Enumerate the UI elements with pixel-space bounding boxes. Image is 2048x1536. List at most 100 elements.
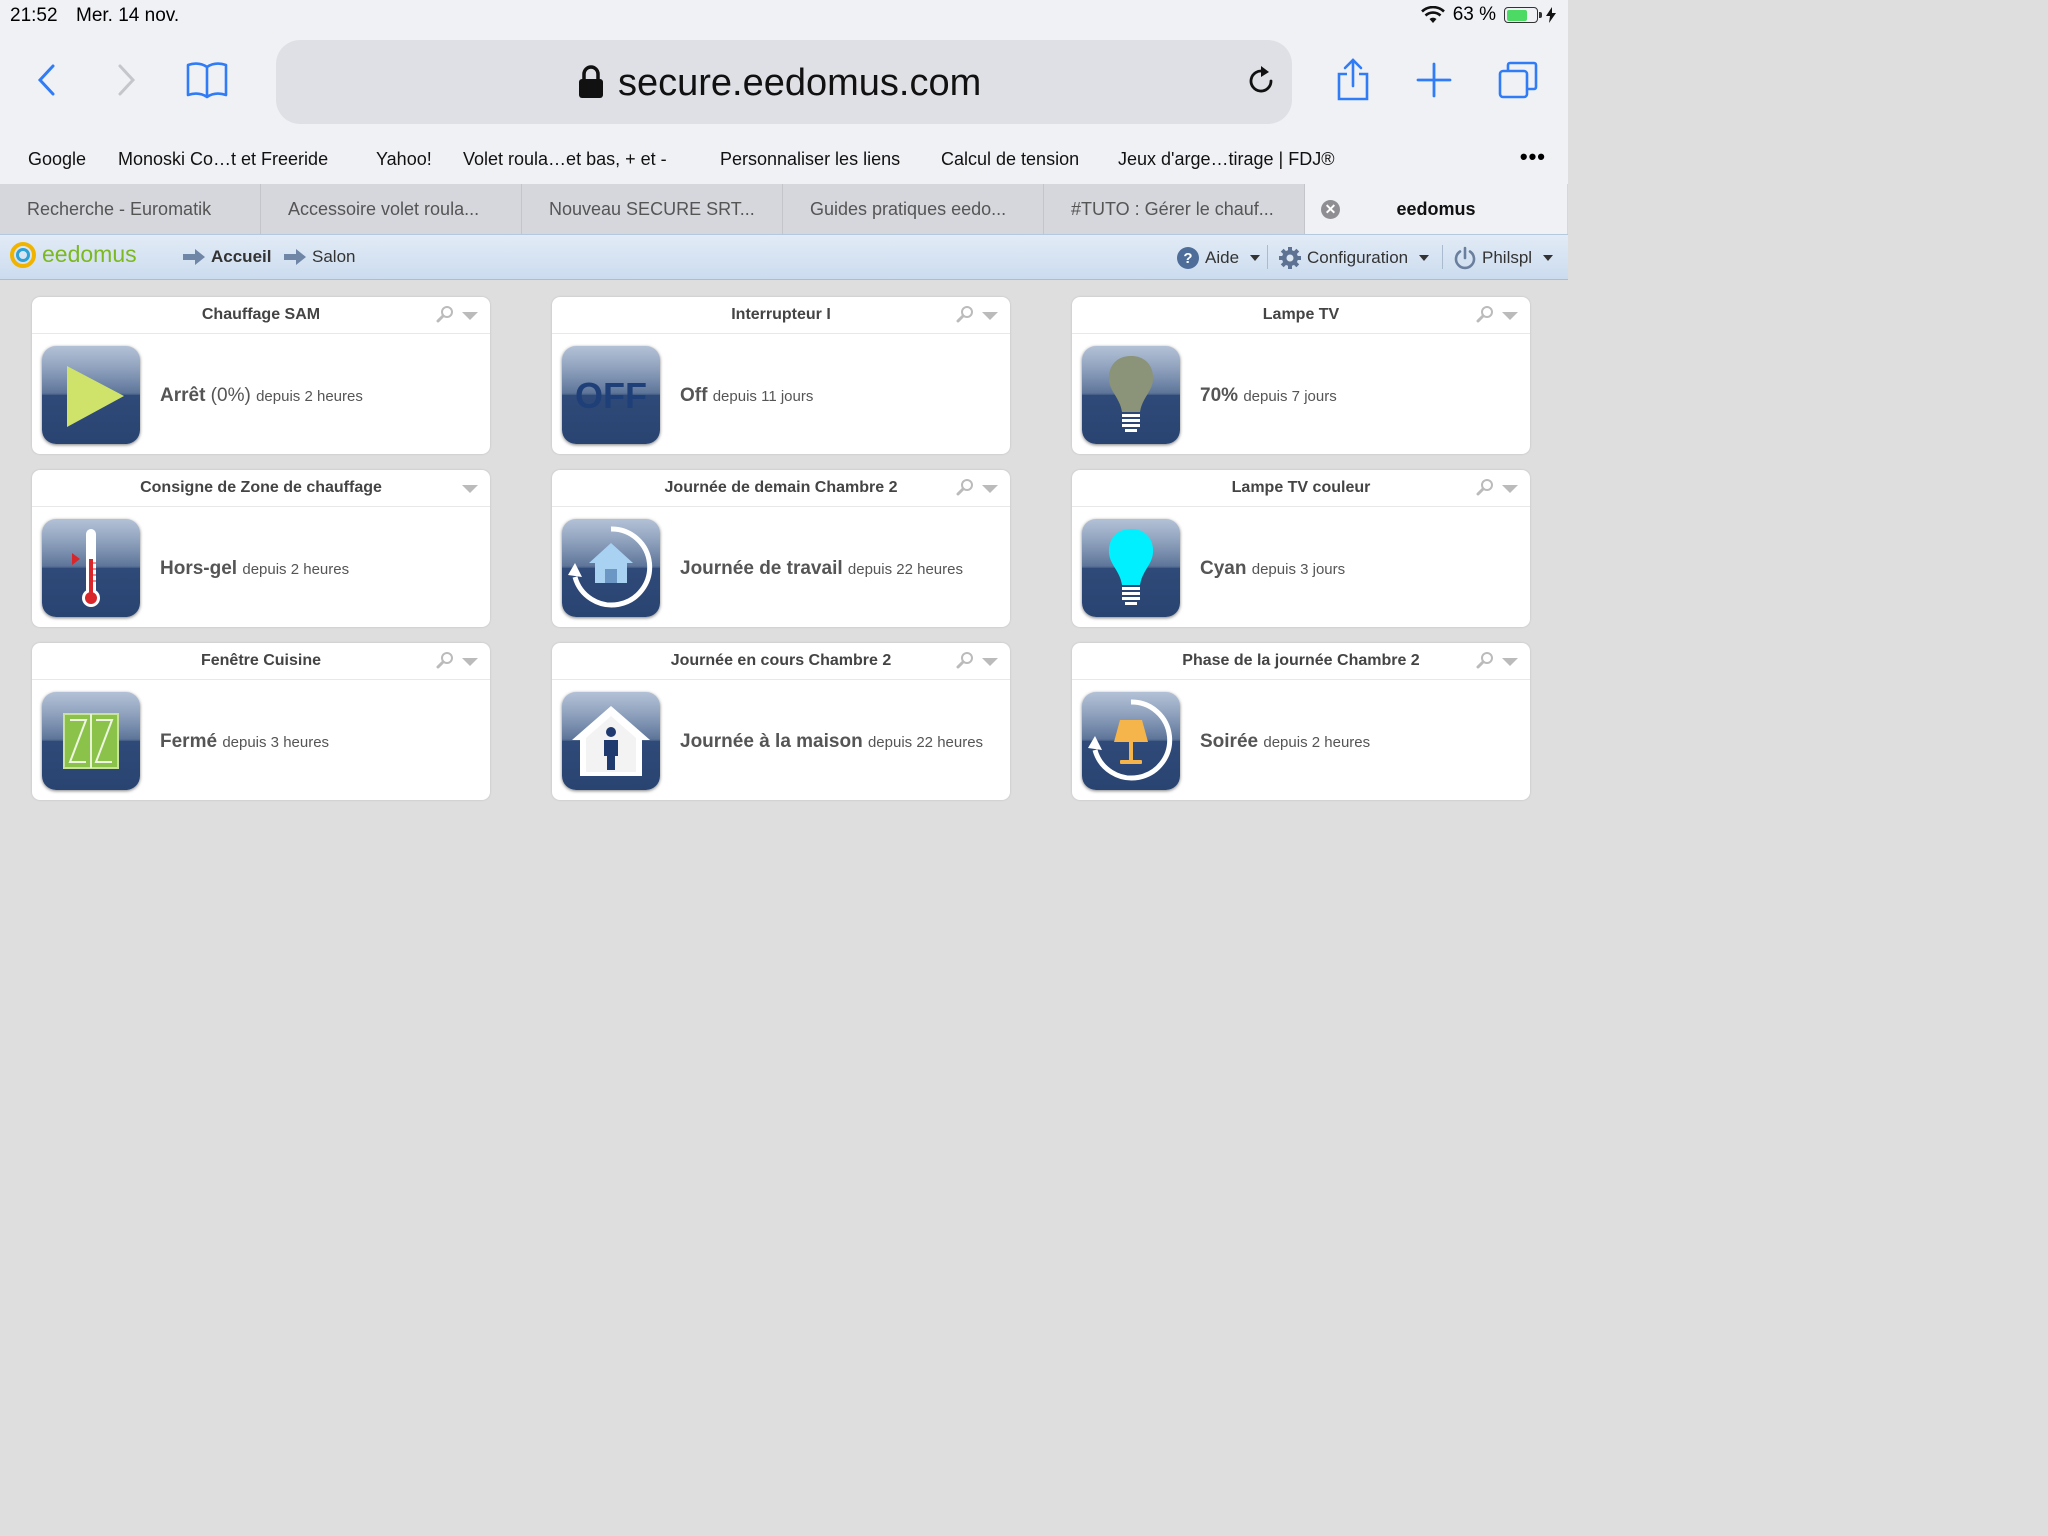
widget-phase-journee[interactable]: Phase de la journée Chambre 2 Soirée dep… bbox=[1072, 643, 1530, 800]
widget-interrupteur[interactable]: Interrupteur I OFF Off depuis 11 jours bbox=[552, 297, 1010, 454]
off-icon[interactable]: OFF bbox=[562, 346, 660, 444]
value-since: depuis 7 jours bbox=[1243, 388, 1337, 405]
browser-toolbar: secure.eedomus.com bbox=[0, 34, 1568, 134]
window-icon[interactable] bbox=[42, 692, 140, 790]
value-main: Hors-gel bbox=[160, 558, 238, 579]
thermometer-icon[interactable] bbox=[42, 519, 140, 617]
dropdown-caret-icon[interactable] bbox=[982, 485, 998, 493]
cyan-bulb-icon[interactable] bbox=[1082, 519, 1180, 617]
widget-value: Soirée depuis 2 heures bbox=[1200, 731, 1370, 753]
widget-value: Journée à la maison depuis 22 heures bbox=[680, 731, 983, 753]
logo-ring-icon bbox=[10, 241, 36, 268]
help-menu[interactable]: ? Aide bbox=[1176, 246, 1261, 270]
dropdown-caret-icon[interactable] bbox=[1502, 312, 1518, 320]
widget-consigne-zone[interactable]: Consigne de Zone de chauffage Hors-gel d… bbox=[32, 470, 490, 627]
arrow-right-icon bbox=[183, 249, 205, 265]
value-extra: (0%) bbox=[205, 385, 251, 406]
new-tab-button[interactable] bbox=[1410, 56, 1458, 104]
widget-title: Lampe TV couleur bbox=[1072, 470, 1530, 507]
breadcrumb-home-label: Accueil bbox=[211, 247, 272, 266]
play-icon[interactable] bbox=[42, 346, 140, 444]
search-icon[interactable] bbox=[1476, 478, 1494, 496]
dropdown-caret-icon[interactable] bbox=[982, 312, 998, 320]
dropdown-caret-icon[interactable] bbox=[982, 658, 998, 666]
value-since: depuis 22 heures bbox=[867, 734, 984, 751]
tab-bar: Recherche - Euromatik Accessoire volet r… bbox=[0, 184, 1568, 234]
back-button[interactable] bbox=[22, 56, 70, 104]
house-cycle-icon[interactable] bbox=[562, 519, 660, 617]
breadcrumb-room[interactable]: Salon bbox=[284, 247, 355, 267]
lamp-cycle-icon[interactable] bbox=[1082, 692, 1180, 790]
battery-icon bbox=[1504, 7, 1542, 23]
forward-button[interactable] bbox=[103, 56, 151, 104]
divider bbox=[1442, 245, 1443, 269]
value-main: Soirée bbox=[1200, 731, 1259, 752]
tab-item[interactable]: Guides pratiques eedo... bbox=[783, 184, 1044, 234]
search-icon[interactable] bbox=[956, 305, 974, 323]
bookmark-item[interactable]: Monoski Co…t et Freeride bbox=[118, 149, 328, 170]
value-since: depuis 3 heures bbox=[222, 734, 330, 751]
search-icon[interactable] bbox=[956, 651, 974, 669]
tabs-icon bbox=[1498, 61, 1538, 99]
bookmark-item[interactable]: Calcul de tension bbox=[941, 149, 1079, 170]
reload-icon[interactable] bbox=[1246, 64, 1276, 96]
search-icon[interactable] bbox=[436, 651, 454, 669]
help-label: Aide bbox=[1205, 248, 1240, 267]
chevron-right-icon bbox=[118, 64, 136, 96]
tab-item[interactable]: #TUTO : Gérer le chauf... bbox=[1044, 184, 1305, 234]
eedomus-logo[interactable]: eedomus bbox=[10, 241, 137, 268]
search-icon[interactable] bbox=[956, 478, 974, 496]
widget-title: Interrupteur I bbox=[552, 297, 1010, 334]
value-since: depuis 2 heures bbox=[242, 561, 350, 578]
dropdown-caret-icon[interactable] bbox=[462, 485, 478, 493]
dropdown-caret-icon[interactable] bbox=[462, 658, 478, 666]
bookmark-item[interactable]: Google bbox=[28, 149, 86, 170]
bookmarks-button[interactable] bbox=[183, 56, 231, 104]
search-icon[interactable] bbox=[436, 305, 454, 323]
widget-lampe-tv-couleur[interactable]: Lampe TV couleur Cyan depuis 3 jours bbox=[1072, 470, 1530, 627]
dropdown-caret-icon[interactable] bbox=[462, 312, 478, 320]
share-button[interactable] bbox=[1329, 56, 1377, 104]
tabs-overview-button[interactable] bbox=[1494, 56, 1542, 104]
dropdown-caret-icon[interactable] bbox=[1502, 485, 1518, 493]
status-bar: 21:52 Mer. 14 nov. 63 % bbox=[0, 0, 1568, 34]
widget-journee-demain[interactable]: Journée de demain Chambre 2 Journée de t… bbox=[552, 470, 1010, 627]
tab-item[interactable]: Nouveau SECURE SRT... bbox=[522, 184, 783, 234]
dropdown-caret-icon[interactable] bbox=[1502, 658, 1518, 666]
tab-item[interactable]: Accessoire volet roula... bbox=[261, 184, 522, 234]
user-menu[interactable]: Philspl bbox=[1453, 246, 1554, 270]
value-since: depuis 11 jours bbox=[712, 388, 814, 405]
bookmark-item[interactable]: Personnaliser les liens bbox=[720, 149, 900, 170]
plus-icon bbox=[1416, 62, 1452, 98]
address-bar[interactable]: secure.eedomus.com bbox=[276, 40, 1292, 124]
widget-value: 70% depuis 7 jours bbox=[1200, 385, 1337, 407]
caret-down-icon bbox=[1543, 255, 1554, 261]
bookmark-item[interactable]: Jeux d'arge…tirage | FDJ® bbox=[1118, 149, 1334, 170]
user-label: Philspl bbox=[1482, 248, 1533, 267]
bookmarks-bar: Google Monoski Co…t et Freeride Yahoo! V… bbox=[0, 134, 1568, 184]
configuration-menu[interactable]: Configuration bbox=[1278, 246, 1430, 270]
breadcrumb-home[interactable]: Accueil bbox=[183, 247, 271, 267]
caret-down-icon bbox=[1250, 255, 1261, 261]
widget-chauffage-sam[interactable]: Chauffage SAM Arrêt (0%) depuis 2 heures bbox=[32, 297, 490, 454]
search-icon[interactable] bbox=[1476, 651, 1494, 669]
more-bookmarks-icon[interactable]: ••• bbox=[1520, 144, 1546, 170]
bulb-icon[interactable] bbox=[1082, 346, 1180, 444]
widget-fenetre-cuisine[interactable]: Fenêtre Cuisine Fermé depuis 3 heures bbox=[32, 643, 490, 800]
breadcrumb-room-label: Salon bbox=[312, 247, 356, 266]
search-icon[interactable] bbox=[1476, 305, 1494, 323]
bookmark-item[interactable]: Yahoo! bbox=[376, 149, 432, 170]
house-person-icon[interactable] bbox=[562, 692, 660, 790]
tab-item[interactable]: Recherche - Euromatik bbox=[0, 184, 261, 234]
status-right: 63 % bbox=[1420, 4, 1556, 26]
close-tab-icon[interactable]: ✕ bbox=[1321, 200, 1340, 219]
widget-journee-en-cours[interactable]: Journée en cours Chambre 2 Journée à la … bbox=[552, 643, 1010, 800]
bookmark-item[interactable]: Volet roula…et bas, + et - bbox=[463, 149, 667, 170]
widget-title: Chauffage SAM bbox=[32, 297, 490, 334]
widget-lampe-tv[interactable]: Lampe TV 70% depuis 7 jours bbox=[1072, 297, 1530, 454]
widget-value: Cyan depuis 3 jours bbox=[1200, 558, 1345, 580]
widget-value: Hors-gel depuis 2 heures bbox=[160, 558, 349, 580]
tab-active[interactable]: ✕ eedomus bbox=[1305, 184, 1567, 234]
value-main: Arrêt bbox=[160, 385, 206, 406]
wifi-icon bbox=[1420, 6, 1445, 23]
